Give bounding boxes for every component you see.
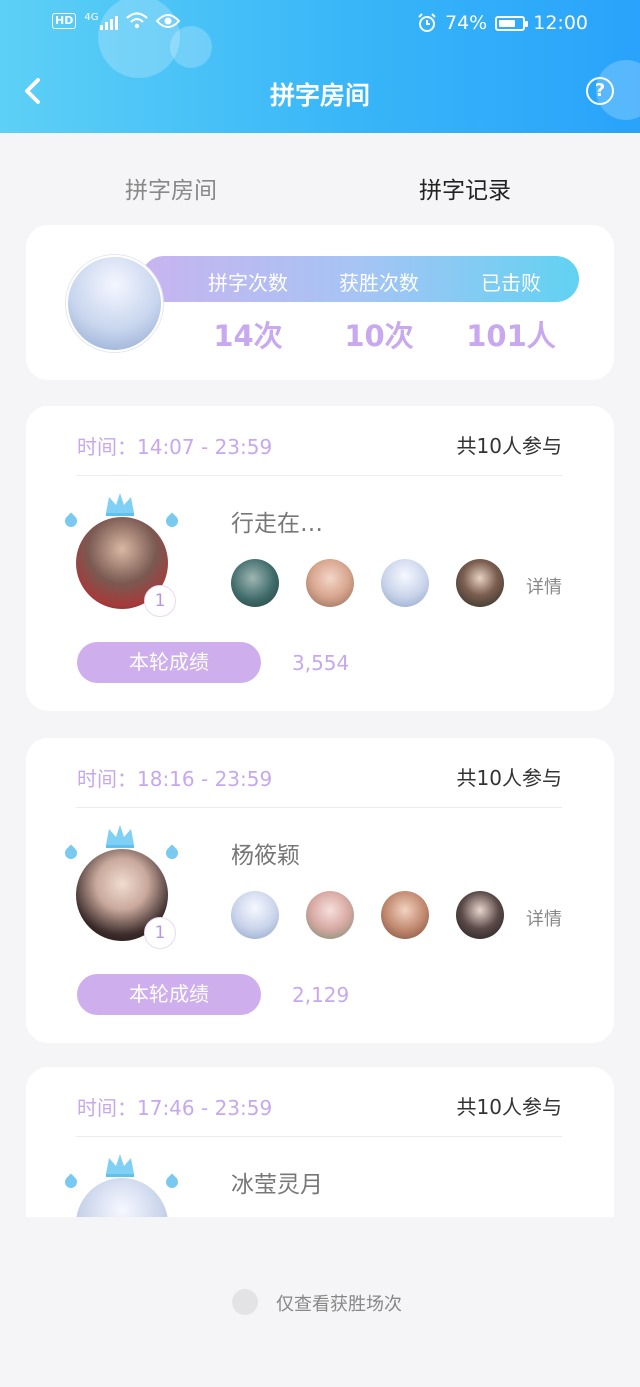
participant-avatar	[381, 891, 429, 939]
drop-icon	[163, 512, 181, 530]
help-icon[interactable]: ?	[586, 77, 614, 105]
round-card[interactable]: 时间：17:46 - 23:59 共10人参与 1 冰莹灵月	[26, 1067, 614, 1217]
alarm-icon	[418, 13, 436, 32]
round-time: 时间：17:46 - 23:59	[77, 1096, 273, 1120]
crown-icon	[106, 1154, 134, 1177]
filter-label: 仅查看获胜场次	[276, 1294, 402, 1315]
status-bar: HD 4G 74% 12:00	[0, 0, 640, 52]
detail-link[interactable]: 详情	[526, 573, 562, 599]
stat-value: 14次	[213, 319, 283, 353]
divider	[76, 1136, 562, 1137]
eye-icon	[156, 14, 181, 28]
stat-label: 获胜次数	[339, 271, 419, 295]
round-score-button[interactable]: 本轮成绩	[77, 974, 261, 1015]
crown-icon	[106, 493, 134, 516]
page-title: 拼字房间	[269, 81, 370, 110]
divider	[76, 475, 562, 476]
participant-avatar	[231, 559, 279, 607]
stat-label: 已击败	[481, 271, 541, 295]
detail-link[interactable]: 详情	[526, 905, 562, 931]
round-time: 时间：18:16 - 23:59	[77, 767, 273, 791]
filter-checkbox[interactable]	[232, 1289, 258, 1315]
stats-card: 拼字次数 14次 获胜次数 10次 已击败 101人	[26, 225, 614, 380]
signal-icon: 4G	[84, 12, 119, 30]
round-time: 时间：14:07 - 23:59	[77, 435, 273, 459]
battery-percent: 74%	[445, 12, 488, 34]
nav-bar: 拼字房间 ?	[0, 60, 640, 124]
participant-avatar	[306, 891, 354, 939]
round-score-button[interactable]: 本轮成绩	[77, 642, 261, 683]
winner-badge: 1	[62, 823, 182, 949]
rank-badge: 1	[144, 585, 176, 617]
network-type: 4G	[84, 12, 99, 23]
round-card[interactable]: 时间：18:16 - 23:59 共10人参与 1 杨筱颖 详情 本轮成绩 2,…	[26, 738, 614, 1043]
drop-icon	[163, 1173, 181, 1191]
participant-count: 共10人参与	[456, 1095, 562, 1119]
winner-avatar	[76, 1178, 168, 1217]
app-header: HD 4G 74% 12:00 拼字房间 ?	[0, 0, 640, 133]
user-avatar	[66, 255, 163, 352]
winner-name: 杨筱颖	[231, 843, 300, 869]
winner-badge: 1	[62, 491, 182, 617]
participant-avatar	[381, 559, 429, 607]
stat-value: 101人	[466, 319, 556, 353]
battery-icon	[495, 15, 529, 31]
participant-count: 共10人参与	[456, 766, 562, 790]
drop-icon	[62, 844, 80, 862]
hd-badge: HD	[52, 13, 77, 29]
stat-value: 10次	[344, 319, 414, 353]
divider	[76, 807, 562, 808]
winner-badge: 1	[62, 1152, 182, 1217]
clock: 12:00	[533, 12, 588, 34]
winner-name: 行走在…	[231, 511, 323, 537]
tab-bar: 拼字房间 拼字记录	[0, 133, 640, 225]
rank-badge: 1	[144, 917, 176, 949]
drop-icon	[62, 1173, 80, 1191]
participant-avatar	[456, 891, 504, 939]
participant-count: 共10人参与	[456, 434, 562, 458]
wifi-icon	[126, 12, 149, 29]
tab-room[interactable]: 拼字房间	[125, 171, 217, 205]
winner-name: 冰莹灵月	[231, 1172, 323, 1198]
participant-avatar	[231, 891, 279, 939]
list-viewport-clip: 时间：17:46 - 23:59 共10人参与 1 冰莹灵月	[0, 1067, 640, 1217]
crown-icon	[106, 825, 134, 848]
tab-records[interactable]: 拼字记录	[419, 171, 511, 205]
round-score: 2,129	[292, 983, 350, 1007]
drop-icon	[62, 512, 80, 530]
win-filter[interactable]: 仅查看获胜场次	[0, 1270, 640, 1330]
participant-avatar	[306, 559, 354, 607]
round-card[interactable]: 时间：14:07 - 23:59 共10人参与 1 行走在… 详情 本轮成绩 3…	[26, 406, 614, 711]
stat-label: 拼字次数	[208, 271, 288, 295]
participant-avatar	[456, 559, 504, 607]
round-score: 3,554	[292, 651, 350, 675]
drop-icon	[163, 844, 181, 862]
